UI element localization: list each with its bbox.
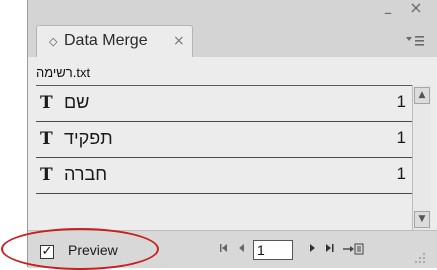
text-field-icon: T [40, 165, 53, 185]
tab-close-icon[interactable]: × [173, 33, 185, 49]
last-record-icon[interactable] [323, 242, 337, 258]
create-merged-document-icon[interactable] [342, 242, 364, 258]
record-number-input[interactable]: 1 [253, 240, 293, 260]
resize-grip-icon[interactable] [412, 250, 428, 264]
panel-menu-icon[interactable] [404, 34, 434, 50]
vertical-scrollbar[interactable]: ▲ ▼ [412, 85, 431, 230]
highlight-annotation [1, 228, 159, 270]
list-item[interactable]: T שם 1 [36, 86, 412, 122]
close-icon[interactable]: × [407, 0, 425, 18]
tab-collapse-icon[interactable]: ◇ [49, 35, 57, 48]
field-name: תפקיד [64, 128, 113, 148]
first-record-icon[interactable] [218, 242, 230, 258]
field-value: 1 [396, 92, 406, 111]
list-item[interactable]: T חברה 1 [36, 158, 412, 194]
field-value: 1 [396, 128, 406, 147]
next-record-icon[interactable] [306, 242, 318, 258]
field-value: 1 [396, 164, 406, 183]
previous-record-icon[interactable] [236, 242, 248, 258]
minimize-icon[interactable]: – [379, 5, 397, 21]
tab-data-merge[interactable]: ◇ Data Merge × [36, 25, 193, 57]
scroll-up-icon[interactable]: ▲ [414, 87, 430, 104]
field-list: T שם 1 T תפקיד 1 T חברה 1 [36, 85, 412, 231]
text-field-icon: T [40, 93, 53, 113]
field-name: חברה [64, 164, 108, 184]
tab-label: Data Merge [64, 32, 148, 49]
data-source-filename: רשימה.txt [36, 65, 91, 80]
list-item[interactable]: T תפקיד 1 [36, 122, 412, 158]
field-name: שם [64, 92, 90, 112]
text-field-icon: T [40, 129, 53, 149]
scroll-down-icon[interactable]: ▼ [414, 211, 430, 228]
